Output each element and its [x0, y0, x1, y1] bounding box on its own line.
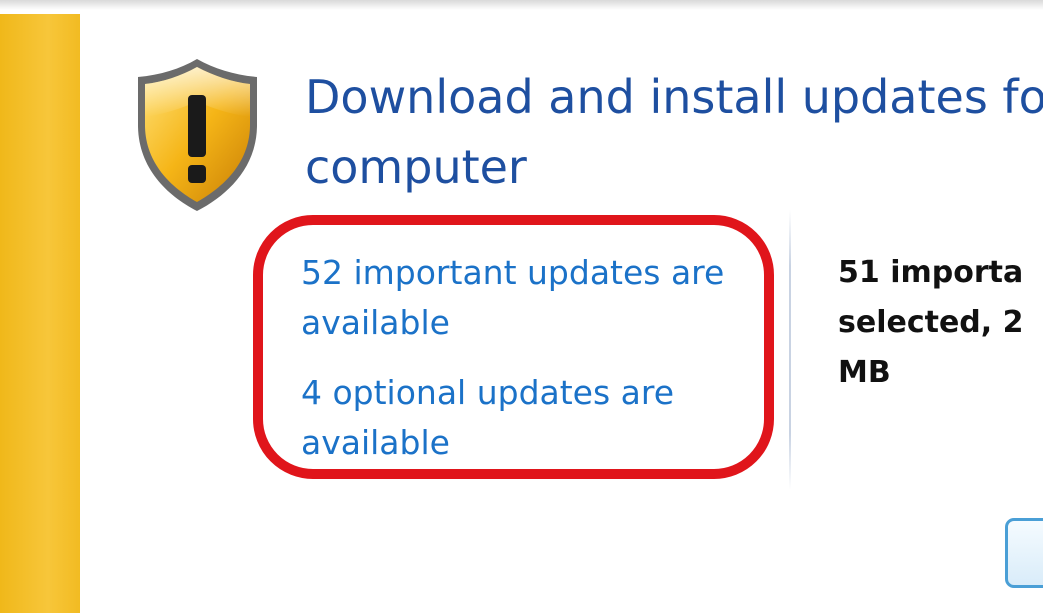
update-links-group: 52 important updates are available 4 opt… [301, 248, 771, 468]
selection-summary: 51 importa selected, 2 MB [838, 248, 1043, 398]
install-updates-button[interactable] [1005, 518, 1043, 588]
page-title-line-1: Download and install updates fo [305, 70, 1043, 124]
optional-updates-link-line-1: 4 optional updates are [301, 373, 675, 412]
top-border [0, 0, 1043, 10]
selection-summary-line-1: 51 importa [838, 255, 1024, 290]
important-updates-link[interactable]: 52 important updates are available [301, 248, 771, 348]
selection-summary-line-3: MB [838, 355, 891, 390]
windows-update-panel: Download and install updates fo computer… [0, 0, 1043, 613]
important-updates-link-line-2: available [301, 303, 450, 342]
important-updates-link-line-1: 52 important updates are [301, 253, 725, 292]
page-title-line-2: computer [305, 140, 527, 194]
warning-shield-icon [138, 59, 257, 211]
page-title: Download and install updates fo computer [305, 62, 1043, 202]
optional-updates-link[interactable]: 4 optional updates are available [301, 368, 771, 468]
selection-summary-line-2: selected, 2 [838, 305, 1024, 340]
vertical-divider [789, 210, 791, 490]
optional-updates-link-line-2: available [301, 423, 450, 462]
status-accent-bar [0, 14, 80, 613]
